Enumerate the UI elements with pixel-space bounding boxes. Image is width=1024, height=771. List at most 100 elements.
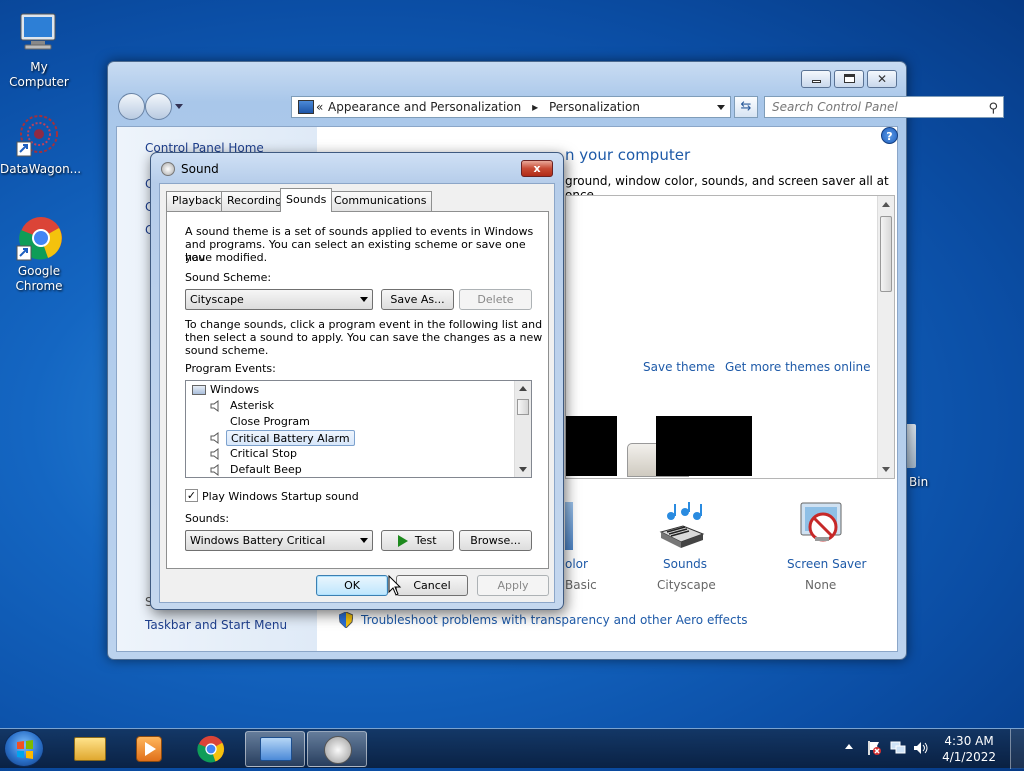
- start-button[interactable]: [4, 730, 44, 767]
- windows-group-icon: [192, 385, 206, 395]
- taskbar-explorer-button[interactable]: [60, 731, 120, 767]
- address-dropdown-icon[interactable]: [717, 105, 725, 110]
- back-button[interactable]: [118, 93, 145, 120]
- list-item-selected[interactable]: Critical Battery Alarm: [226, 430, 355, 446]
- sound-scheme-value: Cityscape: [190, 293, 244, 306]
- breadcrumb-appearance[interactable]: Appearance and Personalization: [328, 100, 521, 114]
- speaker-icon: [210, 464, 222, 476]
- taskbar-clock[interactable]: 4:30 AM 4/1/2022: [942, 733, 996, 765]
- theme-thumbnail[interactable]: [656, 416, 752, 476]
- save-theme-link[interactable]: Save theme: [643, 360, 715, 374]
- control-panel-icon: [260, 737, 292, 761]
- program-events-list[interactable]: Windows Asterisk Close Program Critical …: [185, 380, 532, 478]
- network-icon[interactable]: [890, 741, 906, 755]
- search-icon[interactable]: ⚲: [988, 99, 998, 119]
- control-panel-icon: [298, 100, 314, 114]
- desktop-icon-datawagon[interactable]: DataWagon...: [0, 112, 81, 177]
- close-button[interactable]: ✕: [867, 70, 897, 88]
- test-button[interactable]: Test: [381, 530, 454, 551]
- test-button-label: Test: [414, 534, 437, 547]
- show-desktop-button[interactable]: [1010, 729, 1024, 769]
- startup-sound-label[interactable]: Play Windows Startup sound: [202, 490, 359, 503]
- windows-logo-icon: [17, 740, 33, 759]
- sounds-select[interactable]: Windows Battery Critical: [185, 530, 373, 551]
- window-color-value-partial: Basic: [565, 578, 597, 592]
- breadcrumb-chevron-icon: ▸: [532, 100, 539, 114]
- tab-communications[interactable]: Communications: [328, 191, 433, 211]
- taskbar-sound-button[interactable]: [307, 731, 367, 767]
- screen-saver-link[interactable]: Screen Saver: [787, 557, 866, 571]
- address-bar[interactable]: « Appearance and Personalization ▸ Perso…: [291, 96, 731, 118]
- desktop-icon-google-chrome[interactable]: Google Chrome: [0, 214, 78, 294]
- play-icon: [398, 535, 409, 547]
- ok-button[interactable]: OK: [316, 575, 388, 596]
- themes-scrollbar[interactable]: [877, 196, 894, 478]
- apply-button[interactable]: Apply: [477, 575, 549, 596]
- dialog-body: Playback Recording Sounds Communications…: [159, 183, 555, 603]
- address-separator: «: [316, 100, 324, 114]
- chevron-down-icon: [360, 538, 368, 543]
- chevron-down-icon: [360, 297, 368, 302]
- sounds-value: Cityscape: [657, 578, 716, 592]
- themes-list[interactable]: Save theme Get more themes online: [565, 195, 895, 479]
- scroll-thumb[interactable]: [517, 399, 529, 415]
- desktop-icon-my-computer[interactable]: My Computer: [0, 10, 78, 90]
- events-scrollbar[interactable]: [514, 381, 531, 477]
- tab-sounds[interactable]: Sounds: [280, 188, 333, 212]
- cancel-button[interactable]: Cancel: [396, 575, 468, 596]
- folder-icon: [74, 737, 106, 761]
- more-themes-link[interactable]: Get more themes online: [725, 360, 871, 374]
- scroll-down-icon[interactable]: [882, 467, 890, 472]
- browse-button[interactable]: Browse...: [459, 530, 532, 551]
- screen-saver-icon[interactable]: [797, 499, 849, 551]
- scroll-up-icon[interactable]: [519, 386, 527, 391]
- theme-thumbnail[interactable]: [566, 416, 617, 476]
- troubleshoot-aero-link[interactable]: Troubleshoot problems with transparency …: [361, 613, 748, 627]
- taskbar-media-player-button[interactable]: [120, 731, 180, 767]
- startup-sound-checkbox[interactable]: ✓: [185, 489, 198, 502]
- sound-scheme-select[interactable]: Cityscape: [185, 289, 373, 310]
- speaker-icon: [210, 432, 222, 444]
- datawagon-icon: [15, 112, 63, 160]
- action-center-flag-icon[interactable]: [867, 740, 881, 756]
- window-color-icon-partial[interactable]: [565, 502, 573, 550]
- volume-icon[interactable]: [913, 741, 929, 755]
- chrome-icon: [197, 735, 225, 763]
- intro-line: have modified.: [185, 251, 268, 264]
- maximize-button[interactable]: [834, 70, 864, 88]
- search-input[interactable]: Search Control Panel ⚲: [764, 96, 1004, 118]
- tab-recording[interactable]: Recording: [221, 191, 289, 211]
- sounds-tab-pane: A sound theme is a set of sounds applied…: [166, 211, 549, 569]
- list-item[interactable]: Default Beep: [230, 462, 302, 477]
- forward-button[interactable]: [145, 93, 172, 120]
- sounds-icon[interactable]: [657, 502, 707, 552]
- sounds-link[interactable]: Sounds: [663, 557, 707, 571]
- taskbar-control-panel-button[interactable]: [245, 731, 305, 767]
- instructions-line: To change sounds, click a program event …: [185, 318, 543, 331]
- list-item[interactable]: Critical Stop: [230, 446, 297, 462]
- taskbar: 4:30 AM 4/1/2022: [0, 728, 1024, 769]
- desktop-icon-label: My Computer: [9, 60, 69, 89]
- sound-dialog[interactable]: Sound x Playback Recording Sounds Commun…: [150, 152, 564, 610]
- scroll-down-icon[interactable]: [519, 467, 527, 472]
- scroll-up-icon[interactable]: [882, 202, 890, 207]
- dialog-title: Sound: [181, 162, 219, 176]
- list-item[interactable]: Close Program: [230, 414, 310, 430]
- refresh-button[interactable]: ⇆: [734, 96, 758, 118]
- tab-playback[interactable]: Playback: [166, 191, 228, 211]
- clock-time: 4:30 AM: [944, 734, 994, 748]
- taskbar-start-menu-link[interactable]: Taskbar and Start Menu: [145, 618, 287, 632]
- minimize-button[interactable]: [801, 70, 831, 88]
- help-icon[interactable]: ?: [881, 127, 898, 144]
- delete-button[interactable]: Delete: [459, 289, 532, 310]
- dialog-close-button[interactable]: x: [521, 160, 553, 177]
- recent-pages-chevron-icon[interactable]: [175, 104, 183, 109]
- window-color-link-partial[interactable]: olor: [565, 557, 588, 571]
- breadcrumb-personalization[interactable]: Personalization: [549, 100, 640, 114]
- show-hidden-icons-button[interactable]: [845, 744, 853, 749]
- scroll-thumb[interactable]: [880, 216, 892, 292]
- list-item[interactable]: Asterisk: [230, 398, 274, 414]
- taskbar-chrome-button[interactable]: [182, 731, 242, 767]
- list-group-windows[interactable]: Windows: [210, 382, 259, 398]
- save-as-button[interactable]: Save As...: [381, 289, 454, 310]
